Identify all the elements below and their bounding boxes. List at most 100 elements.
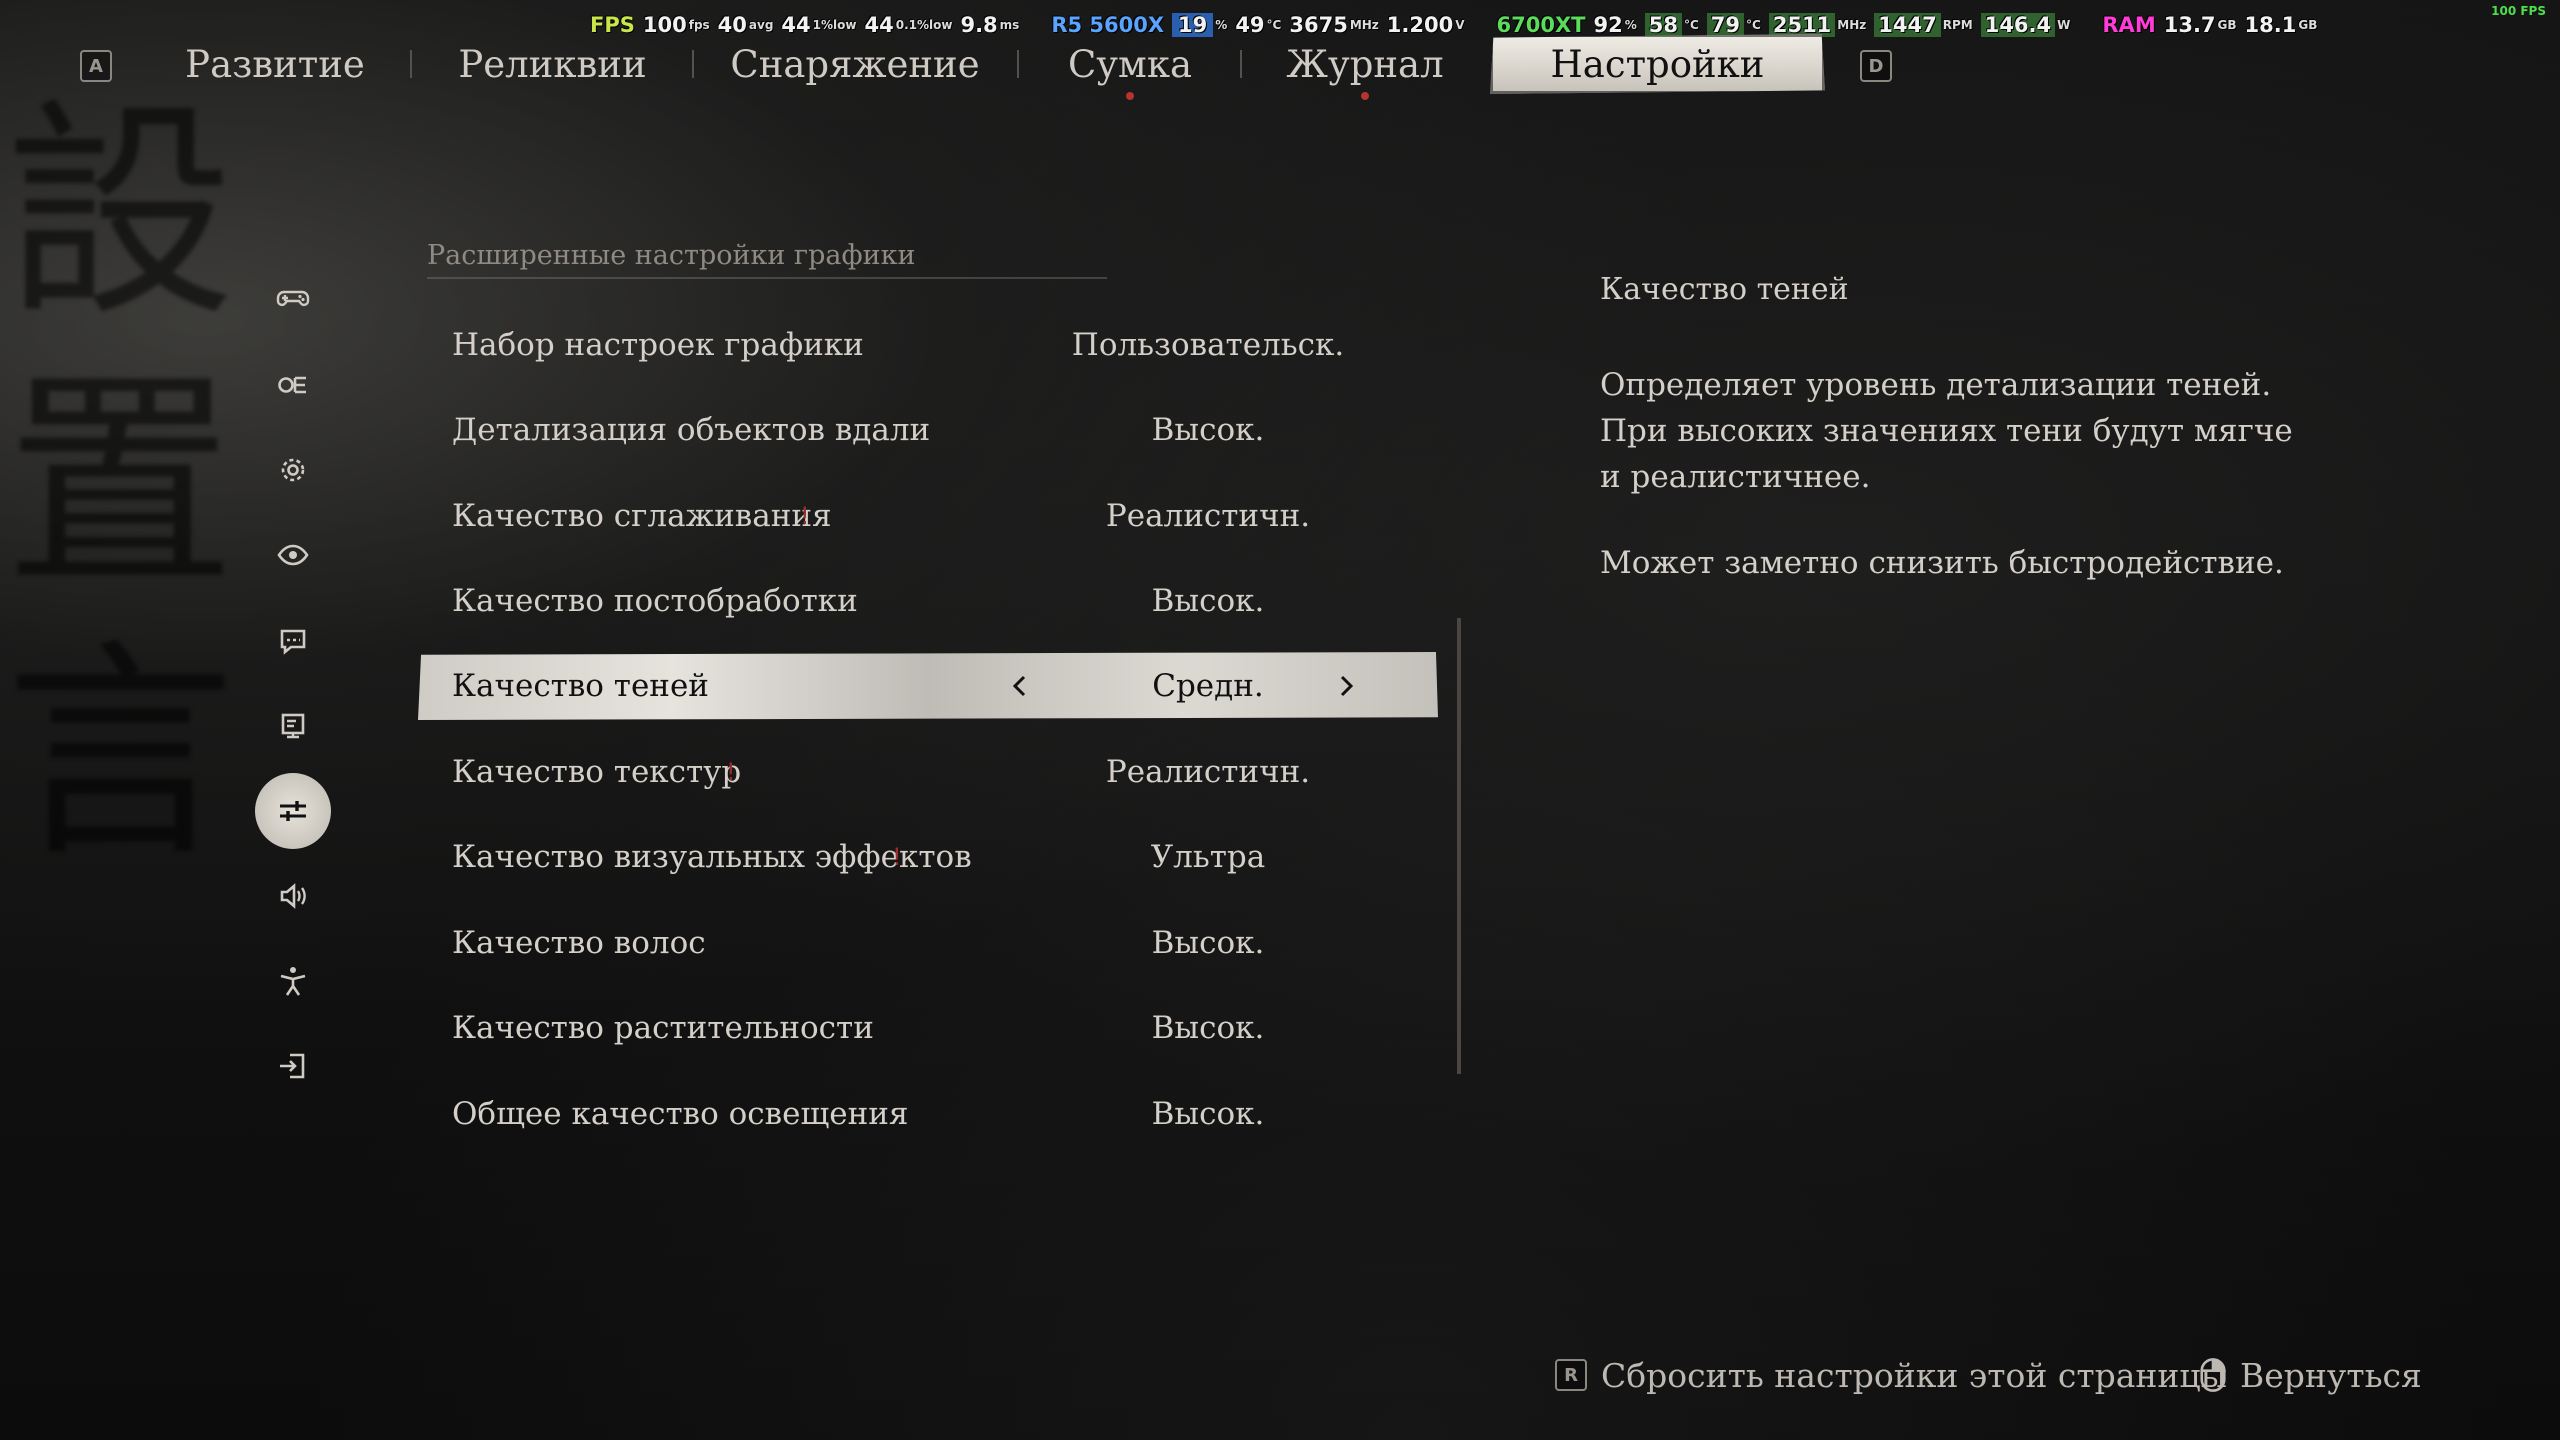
perf-cpu-temp-unit: °C: [1266, 18, 1282, 32]
setting-value: Высок.: [1151, 1095, 1265, 1132]
tab-equipment[interactable]: Снаряжение: [730, 34, 979, 94]
speaker-icon: [280, 883, 306, 909]
sidebar-display[interactable]: [255, 517, 331, 593]
perf-gpu-load-unit: %: [1624, 18, 1637, 32]
setting-row-hair-quality[interactable]: Качество волос Высок.: [418, 900, 1438, 986]
perf-ram-used: 13.7: [2163, 13, 2216, 37]
subtitles-icon: [280, 629, 306, 655]
reset-page-button[interactable]: R Сбросить настройки этой страницы: [1555, 1352, 2227, 1398]
perf-cpu-clock-unit: MHz: [1349, 18, 1379, 32]
setting-row-graphics-preset[interactable]: Набор настроек графики Пользовательск.: [418, 302, 1438, 388]
setting-value: Реалистичн.: [1105, 753, 1311, 790]
perf-ram-group: RAM 13.7 GB 18.1 GB: [2102, 13, 2317, 37]
tab-separator: [1240, 50, 1242, 78]
setting-value: Пользовательск.: [1071, 326, 1345, 363]
tab-bag[interactable]: Сумка: [1060, 34, 1200, 100]
setting-row-visual-effects[interactable]: Качество визуальных эффектов ! Ультра: [418, 815, 1438, 901]
tab-label: Развитие: [185, 42, 365, 86]
perf-gpu-temp-unit: °C: [1683, 18, 1699, 32]
settings-scrollbar[interactable]: [1457, 618, 1461, 1074]
setting-label: Общее качество освещения: [452, 1095, 909, 1132]
setting-row-view-distance[interactable]: Детализация объектов вдали Высок.: [418, 388, 1438, 474]
setting-value: Средн.: [1152, 668, 1264, 704]
sidebar-monitor[interactable]: [255, 688, 331, 764]
reset-label: Сбросить настройки этой страницы: [1601, 1355, 2227, 1395]
setting-row-anti-aliasing[interactable]: Качество сглаживания ! Реалистичн.: [418, 473, 1438, 559]
setting-row-vegetation-quality[interactable]: Качество растительности Высок.: [418, 986, 1438, 1072]
setting-label: Качество сглаживания: [452, 497, 832, 534]
setting-label: Качество постобработки: [452, 583, 858, 620]
game-settings-screen: 設置言 FPS 100 fps 40 avg 44 1%low 44 0.1%l…: [0, 0, 2560, 1440]
tab-label: Снаряжение: [730, 42, 980, 86]
perf-ram-total-unit: GB: [2298, 18, 2318, 32]
sidebar-gamepad[interactable]: [255, 260, 331, 336]
perf-fps-low1-unit: 1%low: [812, 18, 857, 32]
perf-ram-label: RAM: [2102, 13, 2156, 37]
setting-label: Качество текстур: [452, 753, 742, 790]
setting-row-post-processing[interactable]: Качество постобработки Высок.: [418, 559, 1438, 645]
setting-value: Высок.: [1151, 583, 1265, 620]
description-title: Качество теней: [1600, 272, 1849, 307]
setting-label: Качество растительности: [452, 1010, 874, 1047]
setting-value: Высок.: [1151, 1010, 1265, 1047]
language-icon: [278, 376, 306, 394]
warning-icon: !: [892, 843, 902, 872]
calligraphy-background: 設置言: [4, 81, 235, 888]
prev-tab-key[interactable]: A: [80, 50, 112, 82]
perf-gpu-clock-unit: MHz: [1837, 18, 1867, 32]
monitor-icon: [281, 713, 305, 739]
setting-value: Высок.: [1151, 924, 1265, 961]
tab-label: Настройки: [1550, 42, 1765, 86]
tab-label: Сумка: [1067, 42, 1193, 86]
gear-icon: [281, 458, 305, 482]
perf-fps-avg-unit: avg: [748, 18, 774, 32]
tab-label: Реликвии: [458, 42, 647, 86]
back-label: Вернуться: [2240, 1355, 2422, 1395]
perf-gpu-fan-unit: RPM: [1942, 18, 1973, 32]
setting-row-shadow-quality[interactable]: Качество теней Средн.: [418, 652, 1438, 720]
tab-journal[interactable]: Журнал: [1285, 34, 1445, 100]
chevron-right-icon[interactable]: [1330, 670, 1362, 702]
warning-icon: !: [800, 501, 810, 530]
mouse-icon: [2200, 1358, 2226, 1392]
setting-row-lighting-quality[interactable]: Общее качество освещения Высок.: [418, 1071, 1438, 1157]
setting-label: Набор настроек графики: [452, 326, 864, 363]
sidebar-subtitles[interactable]: [255, 603, 331, 679]
setting-label: Качество теней: [452, 668, 709, 704]
eye-icon: [277, 544, 309, 566]
chevron-left-icon[interactable]: [1004, 670, 1036, 702]
sidebar-advanced-graphics[interactable]: [255, 773, 331, 849]
perf-ram-used-unit: GB: [2217, 18, 2237, 32]
tab-separator: [410, 50, 412, 78]
section-title: Расширенные настройки графики: [427, 240, 1107, 279]
tab-development[interactable]: Развитие: [180, 34, 370, 94]
tab-relics[interactable]: Реликвии: [455, 34, 650, 94]
tab-separator: [692, 50, 694, 78]
sidebar-language[interactable]: [255, 347, 331, 423]
setting-row-texture-quality[interactable]: Качество текстур ! Реалистичн.: [418, 729, 1438, 815]
perf-frametime-unit: ms: [999, 18, 1020, 32]
gamepad-icon: [276, 290, 310, 307]
back-button[interactable]: Вернуться: [2200, 1352, 2422, 1398]
tab-settings[interactable]: Настройки: [1490, 34, 1825, 94]
perf-gpu-hotspot-unit: °C: [1746, 18, 1761, 32]
settings-list: Набор настроек графики Пользовательск. Д…: [418, 302, 1438, 1217]
perf-fps-unit: fps: [688, 18, 710, 32]
sidebar-exit[interactable]: [255, 1028, 331, 1104]
top-tab-bar: A Развитие Реликвии Снаряжение Сумка Жур…: [0, 34, 2000, 100]
warning-icon: !: [726, 757, 736, 786]
reset-key: R: [1555, 1359, 1587, 1391]
exit-icon: [280, 1053, 305, 1079]
next-tab-key[interactable]: D: [1860, 50, 1892, 82]
setting-value: Ультра: [1150, 839, 1266, 876]
sidebar-sound[interactable]: [255, 858, 331, 934]
perf-fps-low01-unit: 0.1%low: [895, 18, 953, 32]
new-item-dot: [1361, 92, 1369, 100]
setting-label: Детализация объектов вдали: [452, 412, 931, 449]
sidebar-accessibility[interactable]: [255, 943, 331, 1019]
perf-gpu-power-unit: W: [2057, 18, 2071, 32]
sidebar-general[interactable]: [255, 432, 331, 508]
setting-value: Высок.: [1151, 412, 1265, 449]
perf-ram-total: 18.1: [2244, 13, 2297, 37]
tab-separator: [1017, 50, 1019, 78]
